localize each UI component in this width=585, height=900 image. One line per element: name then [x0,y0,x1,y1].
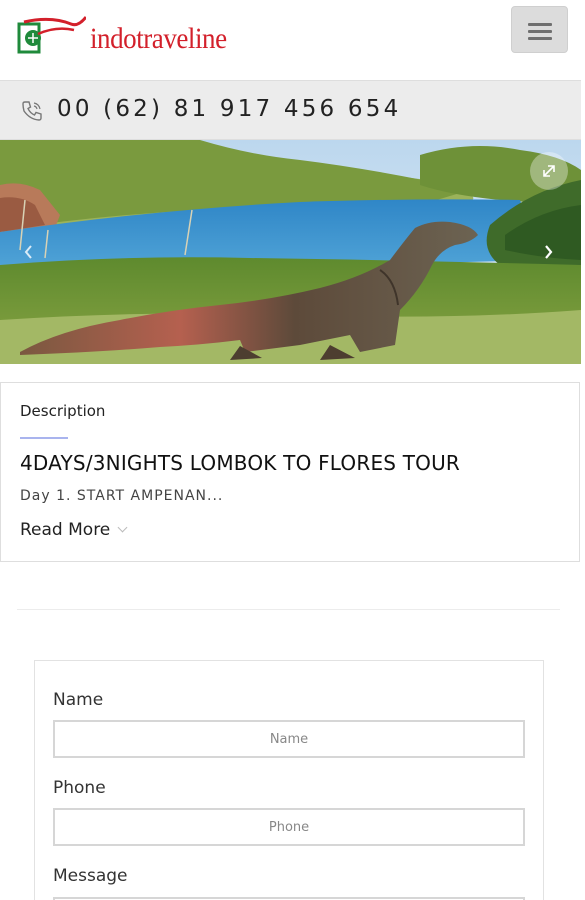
menu-toggle-button[interactable] [511,6,568,53]
description-underline [20,437,68,439]
read-more-label: Read More [20,520,111,540]
hero-slider[interactable] [0,140,581,364]
tour-excerpt: Day 1. START AMPENAN... [20,488,224,504]
chevron-left-icon[interactable] [22,244,36,260]
hamburger-icon-bar [528,30,552,33]
phone-input[interactable] [53,808,525,846]
read-more-link[interactable]: Read More [20,520,128,540]
section-divider [17,609,560,610]
header: indotraveline [0,0,585,72]
phone-label: Phone [53,778,106,798]
description-label: Description [20,402,106,420]
expand-icon-glyph [543,165,555,177]
chevron-right-icon[interactable] [541,244,555,260]
logo-text: indotraveline [90,22,227,55]
hero-image [0,140,581,364]
chevron-down-icon [117,522,128,533]
brand-logo[interactable]: indotraveline [16,12,227,60]
expand-icon[interactable] [530,152,568,190]
message-label: Message [53,866,128,886]
phone-icon [22,101,42,121]
contact-bar: 00 (62) 81 917 456 654 [0,80,581,140]
tour-title: 4DAYS/3NIGHTS LOMBOK TO FLORES TOUR [20,451,461,475]
inquiry-form: Name Phone Message [34,660,544,900]
phone-number[interactable]: 00 (62) 81 917 456 654 [57,96,401,122]
name-input[interactable] [53,720,525,758]
hamburger-icon [528,23,552,26]
description-card: Description 4DAYS/3NIGHTS LOMBOK TO FLOR… [0,382,580,562]
hamburger-icon-bar [528,37,552,40]
logo-emblem-icon [17,16,86,54]
name-label: Name [53,690,104,710]
